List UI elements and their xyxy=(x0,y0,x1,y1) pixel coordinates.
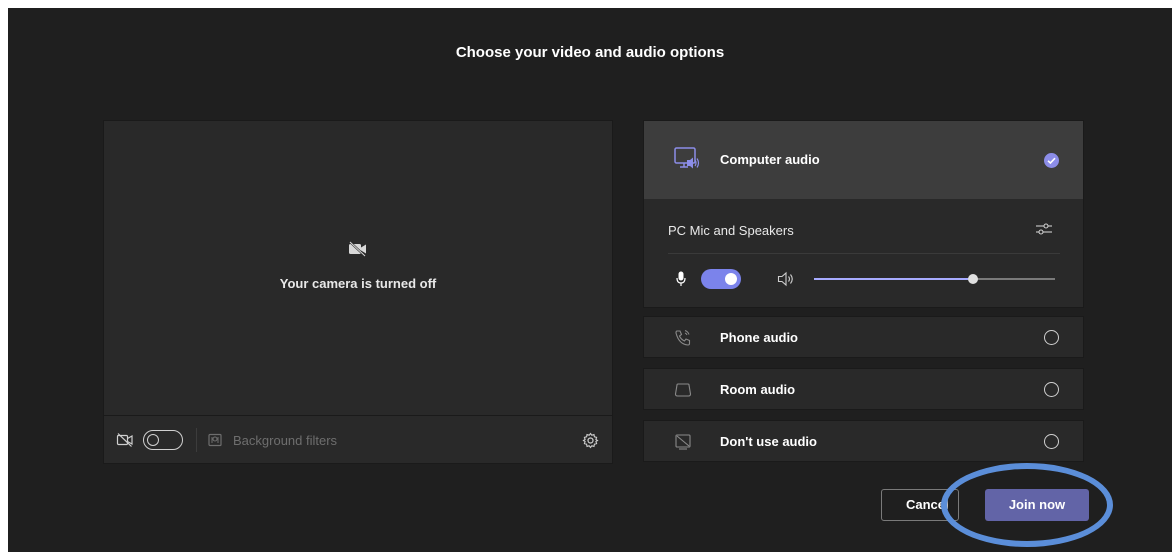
microphone-toggle[interactable] xyxy=(701,269,741,289)
dialog-title: Choose your video and audio options xyxy=(455,44,725,61)
camera-off-icon xyxy=(349,241,366,257)
camera-toggle[interactable] xyxy=(143,430,183,450)
volume-slider[interactable] xyxy=(814,274,1055,284)
room-icon xyxy=(674,383,692,397)
no-audio-option[interactable]: Don't use audio xyxy=(643,420,1084,462)
camera-off-icon xyxy=(116,433,133,447)
settings-gear-icon[interactable] xyxy=(582,432,599,449)
video-controls-bar: Background filters xyxy=(104,415,612,463)
camera-off-message: Your camera is turned off xyxy=(279,276,437,291)
volume-slider-fill xyxy=(814,278,974,280)
no-audio-label: Don't use audio xyxy=(720,434,817,449)
camera-toggle-knob xyxy=(147,433,159,446)
room-audio-label: Room audio xyxy=(720,382,796,397)
phone-icon xyxy=(675,330,691,346)
room-audio-radio[interactable] xyxy=(1044,382,1059,397)
phone-audio-option[interactable]: Phone audio xyxy=(643,316,1084,358)
divider xyxy=(668,253,1060,254)
divider xyxy=(196,428,197,452)
selected-check-icon xyxy=(1044,153,1059,168)
computer-audio-label: Computer audio xyxy=(720,152,820,167)
computer-audio-option[interactable]: Computer audio PC Mic and Speakers xyxy=(643,120,1084,308)
room-audio-option[interactable]: Room audio xyxy=(643,368,1084,410)
phone-audio-radio[interactable] xyxy=(1044,330,1059,345)
no-audio-icon xyxy=(675,434,691,450)
pre-join-window: Choose your video and audio options Your… xyxy=(8,8,1172,552)
microphone-toggle-knob xyxy=(725,273,737,285)
video-preview-panel: Your camera is turned off Background fil… xyxy=(103,120,613,464)
video-preview: Your camera is turned off xyxy=(104,121,612,415)
join-now-button[interactable]: Join now xyxy=(985,489,1089,521)
background-filters-button[interactable]: Background filters xyxy=(233,433,337,448)
computer-audio-header[interactable]: Computer audio xyxy=(644,121,1083,199)
phone-audio-label: Phone audio xyxy=(720,330,798,345)
computer-audio-icon xyxy=(674,147,700,169)
no-audio-radio[interactable] xyxy=(1044,434,1059,449)
cancel-button[interactable]: Cancel xyxy=(881,489,959,521)
background-filters-icon xyxy=(208,433,222,447)
speaker-icon xyxy=(777,271,793,287)
volume-slider-thumb[interactable] xyxy=(968,274,979,284)
device-settings-icon[interactable] xyxy=(1034,221,1054,237)
audio-device-label: PC Mic and Speakers xyxy=(668,223,794,238)
microphone-icon xyxy=(676,271,686,286)
